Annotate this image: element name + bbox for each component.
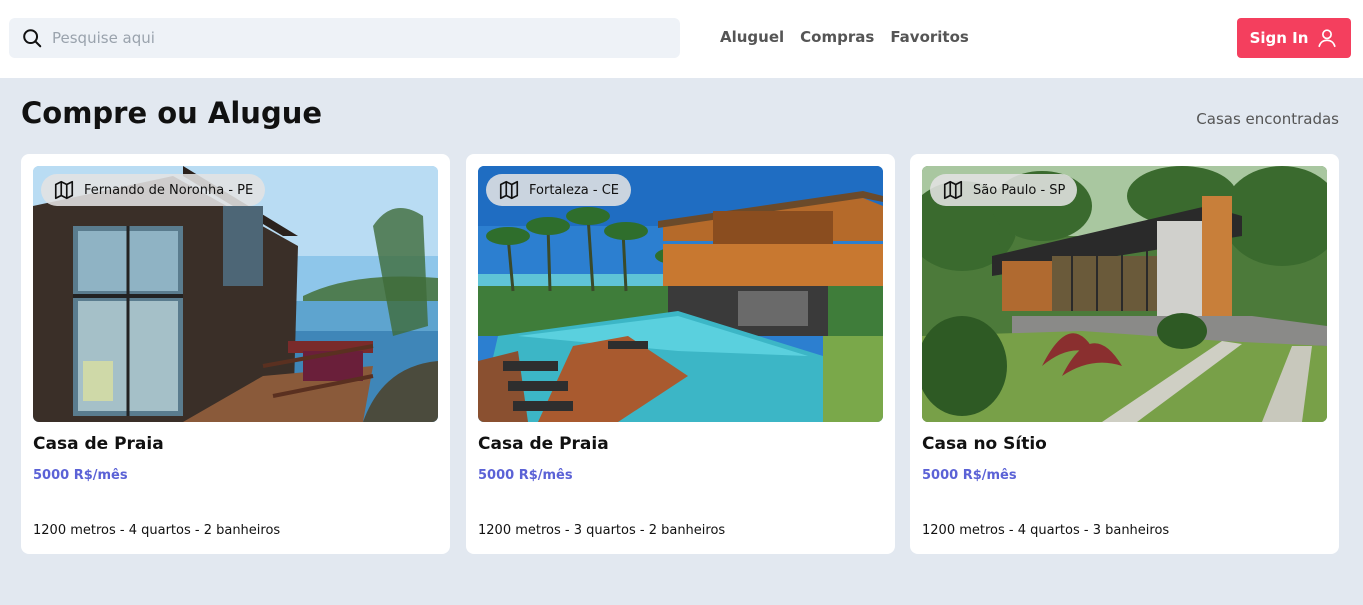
page-title: Compre ou Alugue xyxy=(21,96,323,130)
search-bar[interactable] xyxy=(9,18,680,58)
sign-in-label: Sign In xyxy=(1249,29,1309,47)
listing-price: 5000 R$/mês xyxy=(33,468,128,483)
location-label: Fernando de Noronha - PE xyxy=(84,182,254,198)
listing-card[interactable]: Fortaleza - CE Casa de Praia 5000 R$/mês… xyxy=(466,154,895,554)
search-icon xyxy=(23,29,42,48)
listing-title[interactable]: Casa de Praia xyxy=(33,434,164,454)
location-badge: Fortaleza - CE xyxy=(486,174,632,206)
main-nav: Aluguel Compras Favoritos xyxy=(720,28,969,46)
listing-card[interactable]: Fernando de Noronha - PE Casa de Praia 5… xyxy=(21,154,450,554)
houses-found-label: Casas encontradas xyxy=(1196,110,1339,128)
listing-title[interactable]: Casa de Praia xyxy=(478,434,609,454)
listing-title[interactable]: Casa no Sítio xyxy=(922,434,1047,454)
location-badge: Fernando de Noronha - PE xyxy=(41,174,266,206)
map-icon xyxy=(54,180,74,200)
listing-price: 5000 R$/mês xyxy=(478,468,573,483)
location-label: São Paulo - SP xyxy=(973,182,1066,198)
location-badge: São Paulo - SP xyxy=(930,174,1078,206)
nav-link-favoritos[interactable]: Favoritos xyxy=(890,28,969,46)
listing-specs: 1200 metros - 3 quartos - 2 banheiros xyxy=(478,523,726,538)
listing-specs: 1200 metros - 4 quartos - 2 banheiros xyxy=(33,523,281,538)
search-input[interactable] xyxy=(52,29,652,47)
location-label: Fortaleza - CE xyxy=(529,182,620,198)
nav-link-aluguel[interactable]: Aluguel xyxy=(720,28,784,46)
listing-photo[interactable]: São Paulo - SP xyxy=(922,166,1327,422)
listing-price: 5000 R$/mês xyxy=(922,468,1017,483)
listing-specs: 1200 metros - 4 quartos - 3 banheiros xyxy=(922,523,1170,538)
user-icon xyxy=(1318,29,1337,48)
listing-card[interactable]: São Paulo - SP Casa no Sítio 5000 R$/mês… xyxy=(910,154,1339,554)
map-icon xyxy=(499,180,519,200)
top-navigation-bar: Aluguel Compras Favoritos Sign In xyxy=(0,0,1363,78)
sign-in-button[interactable]: Sign In xyxy=(1237,18,1351,58)
listing-photo[interactable]: Fernando de Noronha - PE xyxy=(33,166,438,422)
listing-photo[interactable]: Fortaleza - CE xyxy=(478,166,883,422)
map-icon xyxy=(943,180,963,200)
nav-link-compras[interactable]: Compras xyxy=(800,28,874,46)
